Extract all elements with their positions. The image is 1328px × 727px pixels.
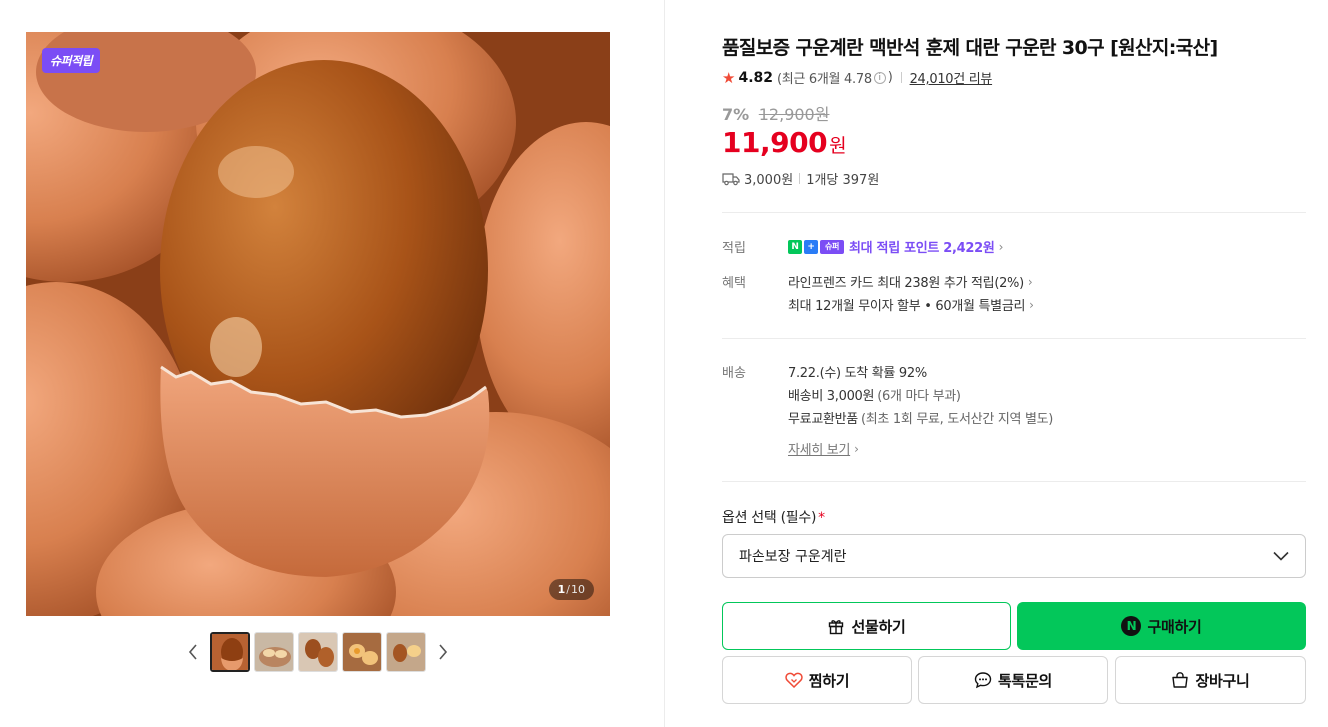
wish-button-label: 찜하기 <box>808 671 850 690</box>
chevron-right-icon: › <box>1027 274 1033 289</box>
thumbnail-image <box>299 633 337 671</box>
exchange-note: (최초 1회 무료, 도서산간 지역 별도) <box>860 412 1054 427</box>
product-main-image[interactable]: 슈퍼적립 1/10 <box>26 32 610 616</box>
thumbnail-image <box>387 633 425 671</box>
exchange-text: 무료교환반품 <box>788 412 858 427</box>
wish-button[interactable]: 찜하기 <box>722 656 912 704</box>
heart-icon <box>785 672 803 688</box>
exchange-row: 무료교환반품 (최초 1회 무료, 도서산간 지역 별도) <box>788 408 1053 427</box>
gift-button-label: 선물하기 <box>851 617 906 636</box>
card-benefit-row[interactable]: 라인프렌즈 카드 최대 238원 추가 적립(2%) › <box>788 272 1033 292</box>
section-divider <box>722 481 1306 482</box>
counter-current: 1 <box>557 583 566 596</box>
shopping-bag-icon <box>1171 671 1189 689</box>
rating-summary: ★ 4.82 (최근 6개월 4.78 i ) 24,010건 리뷰 <box>722 68 993 88</box>
recent-rating: (최근 6개월 4.78 <box>777 72 872 87</box>
option-select[interactable]: 파손보장 구운계란 <box>722 534 1306 578</box>
rating-score: 4.82 <box>738 69 773 86</box>
option-label-text: 옵션 선택 (필수) <box>722 510 817 526</box>
thumbnail-strip <box>180 630 456 674</box>
arrival-row: 7.22.(수) 도착 확률 92% <box>788 362 927 381</box>
image-counter: 1/10 <box>548 579 594 600</box>
divider <box>799 173 801 184</box>
discount-info: 7% 12,900원 <box>722 101 829 125</box>
card-benefit-text: 라인프렌즈 카드 최대 238원 추가 적립(2%) <box>788 276 1024 291</box>
installment-row[interactable]: 최대 12개월 무이자 할부 • 60개월 특별금리 › <box>788 295 1034 315</box>
gift-icon <box>827 617 845 635</box>
points-label: 적립 <box>722 241 746 256</box>
super-badge: 슈퍼 <box>820 239 844 254</box>
chevron-left-icon <box>188 644 197 660</box>
price-unit: 원 <box>829 135 847 157</box>
delivery-fee-text: 배송비 3,000원 <box>788 389 875 404</box>
divider <box>900 72 902 83</box>
unit-price: 1개당 397원 <box>806 173 880 188</box>
super-points-badge: 슈퍼적립 <box>42 48 101 73</box>
next-thumbnail-button[interactable] <box>430 632 456 672</box>
star-icon: ★ <box>722 68 736 87</box>
installment-text: 최대 12개월 무이자 할부 • 60개월 특별금리 <box>788 299 1026 314</box>
shipping-fee: 3,000원 <box>744 173 794 188</box>
thumbnail-2[interactable] <box>254 632 294 672</box>
gift-button[interactable]: 선물하기 <box>722 602 1011 650</box>
required-mark: * <box>818 510 825 526</box>
thumbnail-1[interactable] <box>210 632 250 672</box>
review-count-link[interactable]: 24,010건 리뷰 <box>910 68 993 87</box>
counter-total: 10 <box>571 583 585 596</box>
section-divider <box>722 212 1306 213</box>
counter-separator: / <box>566 583 570 596</box>
info-icon[interactable]: i <box>873 71 886 84</box>
delivery-label: 배송 <box>722 366 746 381</box>
buy-button[interactable]: N 구매하기 <box>1017 602 1306 650</box>
chevron-right-icon: › <box>1029 297 1034 312</box>
section-divider <box>722 338 1306 339</box>
prev-thumbnail-button[interactable] <box>180 632 206 672</box>
chevron-right-icon: › <box>854 441 859 456</box>
recent-rating-close: ) <box>887 70 893 85</box>
truck-icon <box>722 172 740 185</box>
price-value: 11,900 <box>722 126 828 159</box>
plus-badge: + <box>804 239 818 254</box>
delivery-fee-note: (6개 마다 부과) <box>877 389 961 404</box>
discount-rate: 7% <box>722 105 750 124</box>
product-title: 품질보증 구운계란 맥반석 훈제 대란 구운란 30구 [원산지:국산] <box>722 37 1218 59</box>
max-points-text: 최대 적립 포인트 2,422원 <box>849 241 995 256</box>
chevron-right-icon: › <box>998 239 1004 254</box>
chevron-down-icon <box>1273 551 1289 561</box>
option-label: 옵션 선택 (필수) * <box>722 507 825 527</box>
benefit-label: 혜택 <box>722 276 746 291</box>
talk-inquiry-button[interactable]: 톡톡문의 <box>918 656 1108 704</box>
delivery-detail-link[interactable]: 자세히 보기 › <box>788 439 859 459</box>
thumbnail-image <box>343 633 381 671</box>
naver-n-badge: N <box>788 239 802 254</box>
option-selected-value: 파손보장 구운계란 <box>739 549 847 565</box>
delivery-fee-row: 배송비 3,000원 (6개 마다 부과) <box>788 385 961 404</box>
sale-price: 11,900 원 <box>722 126 847 159</box>
thumbnail-image <box>212 634 248 670</box>
cart-button[interactable]: 장바구니 <box>1115 656 1306 704</box>
thumbnail-5[interactable] <box>386 632 426 672</box>
points-row[interactable]: N + 슈퍼 최대 적립 포인트 2,422원 › <box>788 237 1003 256</box>
chevron-right-icon <box>439 644 448 660</box>
talk-button-label: 톡톡문의 <box>997 671 1052 690</box>
original-price: 12,900원 <box>758 105 830 124</box>
buy-button-label: 구매하기 <box>1147 617 1202 636</box>
detail-link-text: 자세히 보기 <box>788 443 851 458</box>
chat-bubble-icon <box>974 671 992 689</box>
arrival-text: 7.22.(수) 도착 확률 92% <box>788 366 927 381</box>
cart-button-label: 장바구니 <box>1195 671 1250 690</box>
shipping-summary: 3,000원 1개당 397원 <box>722 169 879 188</box>
thumbnail-4[interactable] <box>342 632 382 672</box>
egg-photo-illustration <box>26 32 610 616</box>
thumbnail-image <box>255 633 293 671</box>
product-gallery: 슈퍼적립 1/10 <box>0 0 665 727</box>
naver-pay-icon: N <box>1121 616 1142 636</box>
thumbnail-3[interactable] <box>298 632 338 672</box>
